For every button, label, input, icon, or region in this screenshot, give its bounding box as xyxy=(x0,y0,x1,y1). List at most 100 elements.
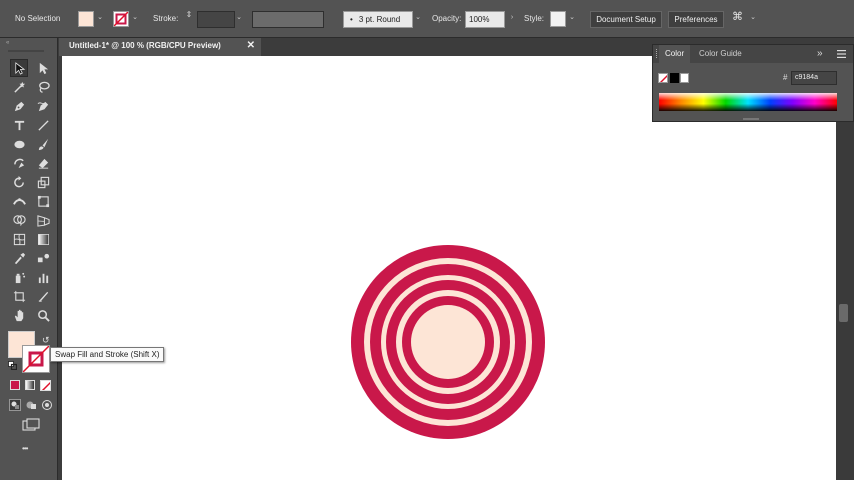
default-fill-stroke-icon[interactable] xyxy=(8,361,18,371)
blend-tool[interactable] xyxy=(34,249,52,267)
edit-toolbar-more-icon[interactable]: ••• xyxy=(22,444,28,453)
tab-color[interactable]: Color xyxy=(659,45,691,63)
mesh-icon xyxy=(13,233,25,245)
hex-input[interactable]: c9184a xyxy=(791,71,837,85)
shaper-tool[interactable] xyxy=(10,154,28,172)
zoom-tool[interactable] xyxy=(34,306,52,324)
column-graph-tool[interactable] xyxy=(34,268,52,286)
control-bar: No Selection ⌄ ⌄ Stroke: ⇕ ⌄ • 3 pt. Roun… xyxy=(0,0,854,38)
width-tool[interactable] xyxy=(10,192,28,210)
slice-knife-icon xyxy=(38,291,48,302)
shape-builder-tool[interactable] xyxy=(10,211,28,229)
paintbrush-tool[interactable] xyxy=(34,135,52,153)
stroke-dropdown-icon[interactable]: ⌄ xyxy=(131,14,139,22)
hand-icon xyxy=(14,309,23,321)
ring-center[interactable] xyxy=(411,305,485,379)
style-label: Style: xyxy=(524,14,545,23)
tab-color-guide[interactable]: Color Guide xyxy=(693,45,748,63)
draw-behind-button[interactable] xyxy=(25,399,37,411)
artboard-tool[interactable] xyxy=(10,287,28,305)
direct-selection-tool[interactable] xyxy=(34,59,52,77)
blend-icon xyxy=(37,253,49,262)
stroke-swatch[interactable] xyxy=(113,11,129,27)
panel-none-swatch[interactable] xyxy=(658,73,668,83)
free-transform-tool[interactable] xyxy=(34,192,52,210)
lasso-icon xyxy=(38,81,50,93)
magic-wand-icon xyxy=(13,81,25,93)
preferences-button[interactable]: Preferences xyxy=(668,11,724,28)
graphic-style-swatch[interactable] xyxy=(550,11,566,27)
curvature-tool[interactable] xyxy=(34,97,52,115)
lasso-tool[interactable] xyxy=(34,78,52,96)
gradient-mode-button[interactable] xyxy=(25,380,35,390)
tools-panel: « ↺ ••• xyxy=(0,38,58,480)
zoom-magnifier-icon xyxy=(37,309,50,322)
panel-collapse-icon[interactable]: « xyxy=(6,40,9,46)
panel-resize-handle[interactable] xyxy=(743,118,759,120)
eyedropper-tool[interactable] xyxy=(10,249,28,267)
type-tool[interactable] xyxy=(10,116,28,134)
draw-behind-icon xyxy=(26,401,36,409)
selection-tool[interactable] xyxy=(10,59,28,77)
draw-normal-button[interactable] xyxy=(9,399,21,411)
mesh-tool[interactable] xyxy=(10,230,28,248)
panel-collapse-icon[interactable]: » xyxy=(817,45,823,63)
variable-width-profile[interactable] xyxy=(252,11,324,28)
document-setup-button[interactable]: Document Setup xyxy=(590,11,662,28)
color-panel-tabs: Color Color Guide » xyxy=(653,45,853,63)
hand-tool[interactable] xyxy=(10,306,28,324)
no-stroke-icon xyxy=(113,11,129,27)
scale-tool[interactable] xyxy=(34,173,52,191)
none-mode-button[interactable] xyxy=(40,380,51,391)
gradient-tool[interactable] xyxy=(34,230,52,248)
perspective-grid-tool[interactable] xyxy=(34,211,52,229)
symbol-sprayer-tool[interactable] xyxy=(10,268,28,286)
eraser-tool[interactable] xyxy=(34,154,52,172)
stroke-label: Stroke: xyxy=(153,14,179,23)
scale-icon xyxy=(37,176,49,188)
panel-menu-icon[interactable] xyxy=(837,50,846,58)
draw-inside-button[interactable] xyxy=(41,399,53,411)
draw-inside-icon xyxy=(42,400,52,410)
color-mode-button[interactable] xyxy=(10,380,20,390)
concentric-rings-artwork[interactable] xyxy=(351,245,545,439)
stroke-weight-input[interactable] xyxy=(197,11,235,28)
default-colors-icon xyxy=(8,361,18,371)
close-tab-icon[interactable]: ✕ xyxy=(247,38,255,54)
symbol-sprayer-icon xyxy=(15,272,25,283)
rotate-tool[interactable] xyxy=(10,173,28,191)
panel-grip[interactable] xyxy=(8,50,44,52)
brush-definition-select[interactable]: • 3 pt. Round xyxy=(343,11,413,28)
color-panel: Color Color Guide » # c9184a xyxy=(652,44,854,122)
document-tab-title: Untitled-1* @ 100 % (RGB/CPU Preview) xyxy=(69,41,221,50)
fill-swatch[interactable] xyxy=(78,11,94,27)
panel-black-swatch[interactable] xyxy=(670,73,679,83)
ellipse-tool[interactable] xyxy=(10,135,28,153)
type-t-icon xyxy=(14,120,24,130)
stroke-color-box[interactable] xyxy=(22,345,50,373)
vertical-scroll-thumb[interactable] xyxy=(839,304,848,322)
stroke-weight-dropdown-icon[interactable]: ⌄ xyxy=(235,14,243,22)
stroke-weight-stepper-icon[interactable]: ⇕ xyxy=(185,11,193,19)
none-slash-icon xyxy=(41,381,50,390)
opacity-label: Opacity: xyxy=(432,14,462,23)
opacity-arrow-icon[interactable]: › xyxy=(508,14,516,22)
color-spectrum[interactable] xyxy=(659,93,837,111)
arrange-documents-icon[interactable]: ⌘ xyxy=(732,9,743,25)
arrange-dropdown-icon[interactable]: ⌄ xyxy=(749,14,757,22)
draw-normal-icon xyxy=(9,399,21,411)
slice-tool[interactable] xyxy=(34,287,52,305)
opacity-input[interactable]: 100% xyxy=(465,11,505,28)
none-slash-icon xyxy=(660,75,667,82)
magic-wand-tool[interactable] xyxy=(10,78,28,96)
pen-tool[interactable] xyxy=(10,97,28,115)
panel-white-swatch[interactable] xyxy=(680,73,689,83)
brush-dropdown-icon[interactable]: ⌄ xyxy=(414,14,422,22)
fill-dropdown-icon[interactable]: ⌄ xyxy=(96,14,104,22)
document-tab[interactable]: Untitled-1* @ 100 % (RGB/CPU Preview) ✕ xyxy=(59,38,261,56)
pen-nib-icon xyxy=(14,101,24,111)
style-dropdown-icon[interactable]: ⌄ xyxy=(568,14,576,22)
swap-fill-stroke-icon[interactable]: ↺ xyxy=(42,335,54,345)
line-segment-tool[interactable] xyxy=(34,116,52,134)
change-screen-mode-button[interactable] xyxy=(22,418,40,432)
